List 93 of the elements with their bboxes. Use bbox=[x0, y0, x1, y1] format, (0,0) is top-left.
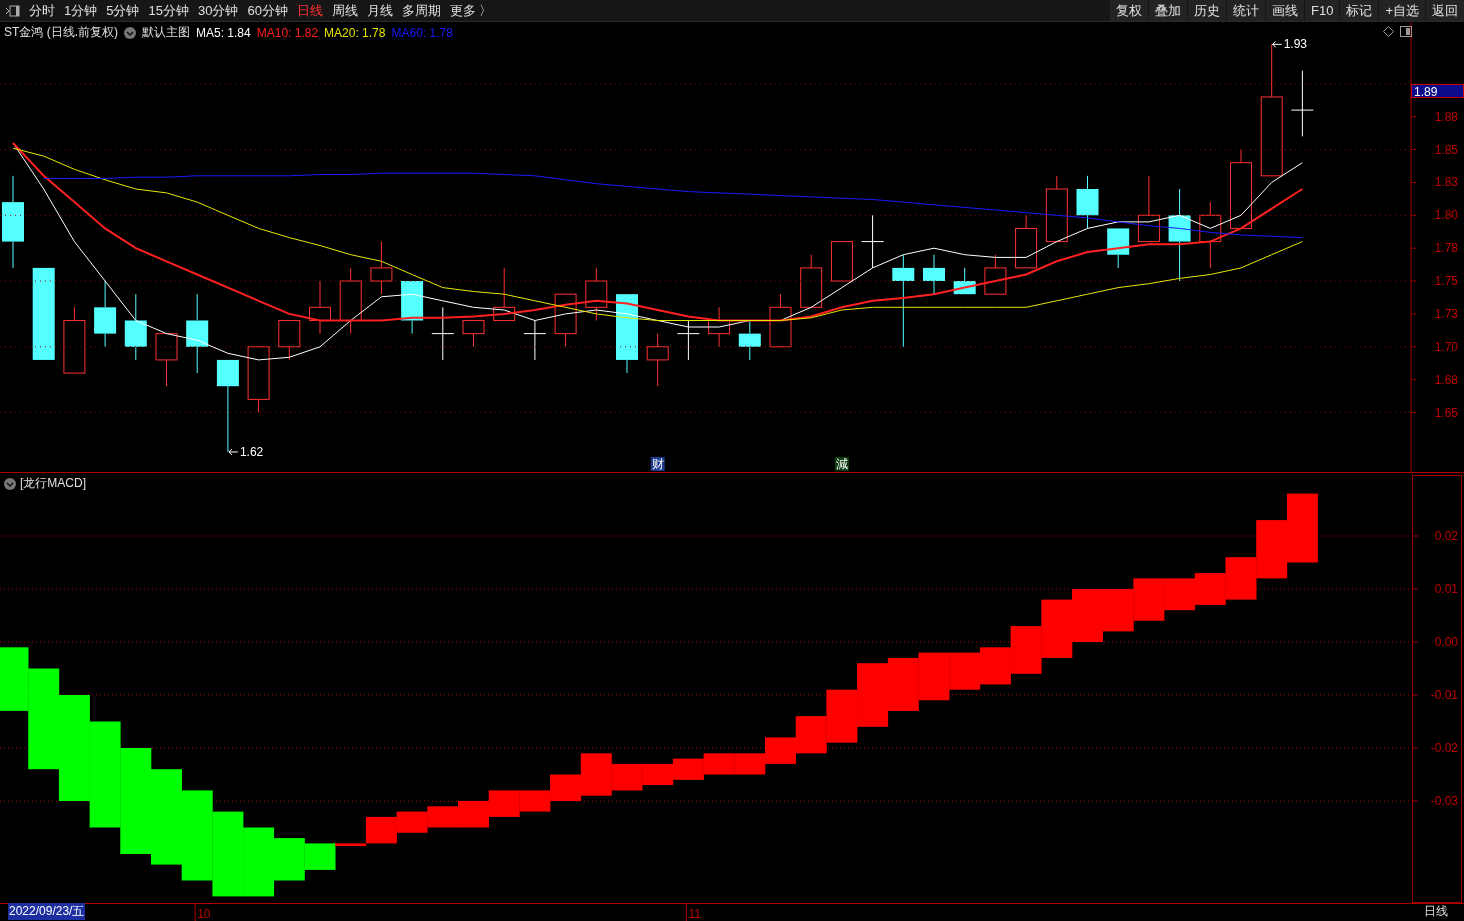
indicator-title: [龙行MACD] bbox=[20, 475, 86, 492]
period-label: 日线 bbox=[1424, 903, 1448, 920]
event-marker: 财 bbox=[650, 457, 665, 471]
candlestick bbox=[155, 333, 178, 387]
candlestick bbox=[523, 320, 547, 361]
axis-label: 1.80 bbox=[1434, 208, 1458, 223]
candlestick bbox=[984, 254, 1007, 295]
axis-label: 0.02 bbox=[1434, 529, 1458, 543]
candlestick bbox=[1290, 70, 1314, 137]
candlestick bbox=[278, 320, 301, 361]
candlestick bbox=[309, 280, 331, 335]
candlestick bbox=[1015, 214, 1038, 269]
axis-label: 0.00 bbox=[1434, 635, 1458, 649]
candlestick bbox=[1045, 175, 1068, 243]
template-label[interactable]: 默认主图 bbox=[142, 24, 190, 41]
candlestick bbox=[431, 306, 455, 361]
candlestick bbox=[94, 280, 117, 348]
toolbar-button[interactable]: 历史 bbox=[1188, 0, 1226, 21]
candlestick bbox=[554, 293, 577, 348]
axis-label: 1.65 bbox=[1434, 405, 1458, 420]
toolbar-button[interactable]: 返回 bbox=[1426, 0, 1464, 21]
current-price-tag: 1.89 bbox=[1411, 84, 1464, 98]
candlestick bbox=[708, 306, 731, 348]
price-label: 1.62 bbox=[239, 444, 264, 459]
axis-label: 1.70 bbox=[1434, 339, 1458, 354]
candlestick bbox=[769, 293, 792, 348]
period-tab[interactable]: 更多 〉 bbox=[449, 1, 493, 20]
toolbar-button[interactable]: 标记 bbox=[1340, 0, 1379, 21]
candlestick bbox=[63, 306, 86, 374]
axis-label: -0.01 bbox=[1430, 688, 1458, 702]
axis-label: 1.83 bbox=[1434, 175, 1458, 190]
axis-label: 1.85 bbox=[1434, 142, 1458, 157]
candlestick bbox=[401, 280, 424, 335]
toolbar-button[interactable]: 画线 bbox=[1266, 0, 1304, 21]
toolbar-button[interactable]: 统计 bbox=[1227, 0, 1265, 21]
indicator-value: MA60: 1.78 bbox=[391, 25, 453, 40]
toolbar-button[interactable]: 叠加 bbox=[1149, 0, 1187, 21]
indicator-value: MA20: 1.78 bbox=[324, 25, 386, 40]
cursor-date: 2022/09/23/五 bbox=[8, 903, 86, 920]
candlestick bbox=[646, 333, 669, 387]
candlestick bbox=[339, 267, 362, 335]
axis-label: 1.75 bbox=[1434, 274, 1458, 289]
candlestick bbox=[738, 320, 761, 361]
candlestick bbox=[1137, 175, 1160, 243]
month-label: 10 bbox=[197, 907, 211, 921]
candlestick bbox=[370, 241, 393, 295]
candlestick bbox=[1076, 175, 1099, 229]
candlestick bbox=[861, 214, 885, 269]
candlestick bbox=[676, 320, 700, 361]
arrow-icon bbox=[1272, 40, 1283, 48]
panel-toggle-icon[interactable] bbox=[1400, 26, 1412, 37]
period-tab[interactable]: 1分钟 bbox=[64, 1, 98, 20]
candlestick bbox=[493, 267, 516, 321]
axis-label: 1.88 bbox=[1434, 109, 1458, 124]
month-label: 11 bbox=[688, 907, 701, 921]
price-label: 1.93 bbox=[1283, 37, 1308, 52]
axis-label: 0.01 bbox=[1434, 582, 1458, 596]
candlestick bbox=[923, 254, 945, 295]
period-tab[interactable]: 多周期 bbox=[401, 1, 441, 20]
arrow-icon bbox=[228, 448, 239, 456]
toolbar-button[interactable]: +自选 bbox=[1379, 0, 1425, 21]
period-tab[interactable]: 30分钟 bbox=[197, 1, 239, 20]
window-icon[interactable] bbox=[6, 4, 20, 17]
axis-label: -0.03 bbox=[1430, 794, 1458, 808]
candlestick bbox=[830, 241, 853, 282]
axis-label: 1.78 bbox=[1434, 241, 1458, 256]
toolbar-button[interactable]: 复权 bbox=[1110, 0, 1148, 21]
chevron-down-icon[interactable] bbox=[124, 26, 136, 39]
candlestick bbox=[1107, 227, 1130, 269]
candlestick bbox=[462, 320, 485, 348]
period-tab[interactable]: 月线 bbox=[366, 1, 393, 20]
axis-label: -0.02 bbox=[1430, 741, 1458, 755]
period-tab[interactable]: 分时 bbox=[29, 1, 55, 20]
period-tab[interactable]: 日线 bbox=[296, 1, 323, 20]
chevron-down-icon[interactable] bbox=[4, 477, 16, 490]
diamond-icon[interactable] bbox=[1383, 26, 1394, 37]
period-tab[interactable]: 60分钟 bbox=[247, 1, 288, 20]
candlestick bbox=[800, 254, 823, 308]
stock-title: ST金鸿 (日线.前复权) bbox=[4, 24, 118, 41]
candlestick bbox=[247, 346, 270, 413]
event-marker: 減 bbox=[834, 457, 849, 471]
period-tab[interactable]: 5分钟 bbox=[106, 1, 140, 20]
period-tab[interactable]: 15分钟 bbox=[148, 1, 189, 20]
candlestick bbox=[953, 267, 976, 295]
candlestick bbox=[1199, 201, 1222, 269]
axis-label: 1.68 bbox=[1434, 372, 1458, 387]
candlestick bbox=[585, 267, 608, 321]
candlestick bbox=[124, 293, 147, 361]
indicator-value: MA10: 1.82 bbox=[256, 25, 319, 40]
period-tab[interactable]: 周线 bbox=[331, 1, 358, 20]
indicator-value: MA5: 1.84 bbox=[196, 25, 251, 40]
toolbar-button[interactable]: F10 bbox=[1305, 0, 1340, 21]
axis-label: 1.73 bbox=[1434, 306, 1458, 321]
